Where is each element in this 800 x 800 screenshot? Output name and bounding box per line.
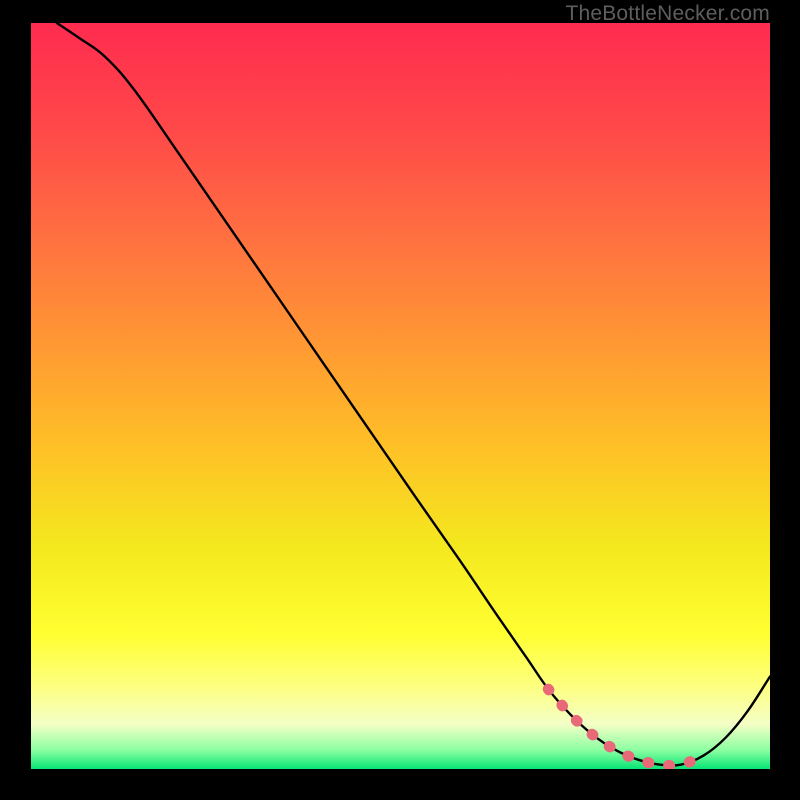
- watermark-text: TheBottleNecker.com: [565, 2, 770, 26]
- chart-plot-area: [31, 23, 770, 769]
- chart-frame: TheBottleNecker.com: [0, 0, 800, 800]
- chart-background: [31, 23, 770, 769]
- chart-svg: [31, 23, 770, 769]
